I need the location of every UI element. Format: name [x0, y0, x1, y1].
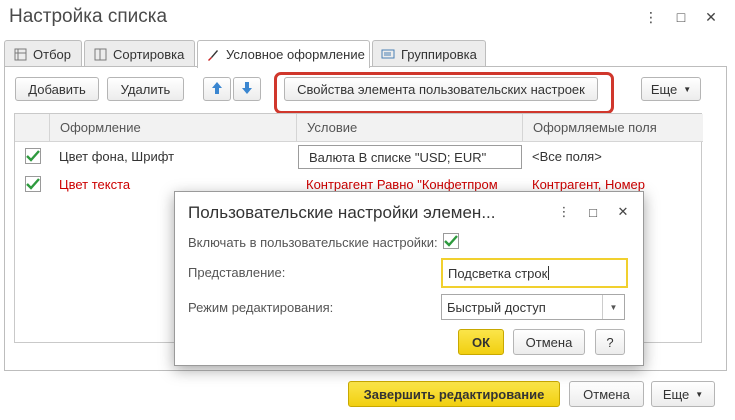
tab-label: Группировка: [401, 46, 477, 62]
add-button[interactable]: Добавить: [15, 77, 99, 101]
more-label: Еще: [650, 81, 678, 97]
caret-down-icon: ▼: [695, 389, 704, 399]
cell-condition-editor[interactable]: Валюта В списке "USD; EUR": [298, 145, 522, 169]
tab-grouping[interactable]: Группировка: [372, 40, 486, 67]
caret-down-icon: ▼: [683, 84, 692, 94]
group-icon: [381, 47, 395, 61]
dialog-title: Пользовательские настройки элемен...: [188, 203, 496, 222]
mode-select[interactable]: Быстрый доступ ▼: [441, 294, 625, 320]
dialog-maximize-icon[interactable]: □: [585, 203, 601, 221]
column-header-fields[interactable]: Оформляемые поля: [522, 114, 703, 142]
delete-button[interactable]: Удалить: [107, 77, 184, 101]
filter-icon: [13, 47, 27, 61]
cell-fields[interactable]: <Все поля>: [522, 143, 703, 169]
maximize-icon[interactable]: □: [672, 8, 690, 26]
dialog-close-icon[interactable]: ✕: [615, 203, 631, 221]
tab-label: Отбор: [33, 46, 71, 62]
arrow-up-icon: [211, 81, 223, 98]
dialog-cancel-button[interactable]: Отмена: [513, 329, 585, 355]
presentation-input[interactable]: Подсветка строк: [441, 258, 628, 288]
move-up-button[interactable]: [203, 77, 231, 101]
move-down-button[interactable]: [233, 77, 261, 101]
mode-value: Быстрый доступ: [447, 299, 546, 315]
row-checkbox[interactable]: [25, 148, 41, 164]
finish-editing-button[interactable]: Завершить редактирование: [348, 381, 560, 407]
cell-appearance[interactable]: Цвет фона, Шрифт: [49, 143, 296, 169]
brush-icon: [206, 48, 220, 62]
mode-label: Режим редактирования:: [188, 300, 334, 315]
window-title: Настройка списка: [9, 6, 168, 27]
ok-button[interactable]: ОК: [458, 329, 504, 355]
dialog-more-icon[interactable]: ⋮: [556, 203, 572, 221]
arrow-down-icon: [241, 81, 253, 98]
column-header-check: [15, 114, 49, 142]
tab-sort[interactable]: Сортировка: [84, 40, 195, 67]
presentation-label: Представление:: [188, 265, 286, 280]
tab-label: Сортировка: [113, 46, 185, 62]
row-checkbox[interactable]: [25, 176, 41, 192]
more-menu-icon[interactable]: ⋮: [642, 8, 660, 26]
column-header-appearance[interactable]: Оформление: [49, 114, 296, 142]
tab-conditional-formatting[interactable]: Условное оформление: [197, 40, 370, 68]
help-button[interactable]: ?: [595, 329, 625, 355]
presentation-value: Подсветка строк: [448, 265, 548, 281]
close-icon[interactable]: ✕: [702, 8, 720, 26]
include-label: Включать в пользовательские настройки:: [188, 235, 438, 250]
dropdown-arrow-icon[interactable]: ▼: [602, 295, 624, 319]
more-label: Еще: [662, 386, 690, 402]
tab-label: Условное оформление: [226, 47, 365, 62]
cancel-button[interactable]: Отмена: [569, 381, 644, 407]
footer-more-button[interactable]: Еще ▼: [651, 381, 715, 407]
user-settings-dialog: Пользовательские настройки элемен... ⋮ □…: [174, 191, 644, 366]
text-cursor: [548, 266, 550, 280]
sort-icon: [93, 47, 107, 61]
properties-highlight-frame: [274, 72, 614, 114]
column-header-condition[interactable]: Условие: [296, 114, 522, 142]
more-button[interactable]: Еще ▼: [641, 77, 701, 101]
include-checkbox[interactable]: [443, 233, 459, 249]
tab-filter[interactable]: Отбор: [4, 40, 82, 67]
